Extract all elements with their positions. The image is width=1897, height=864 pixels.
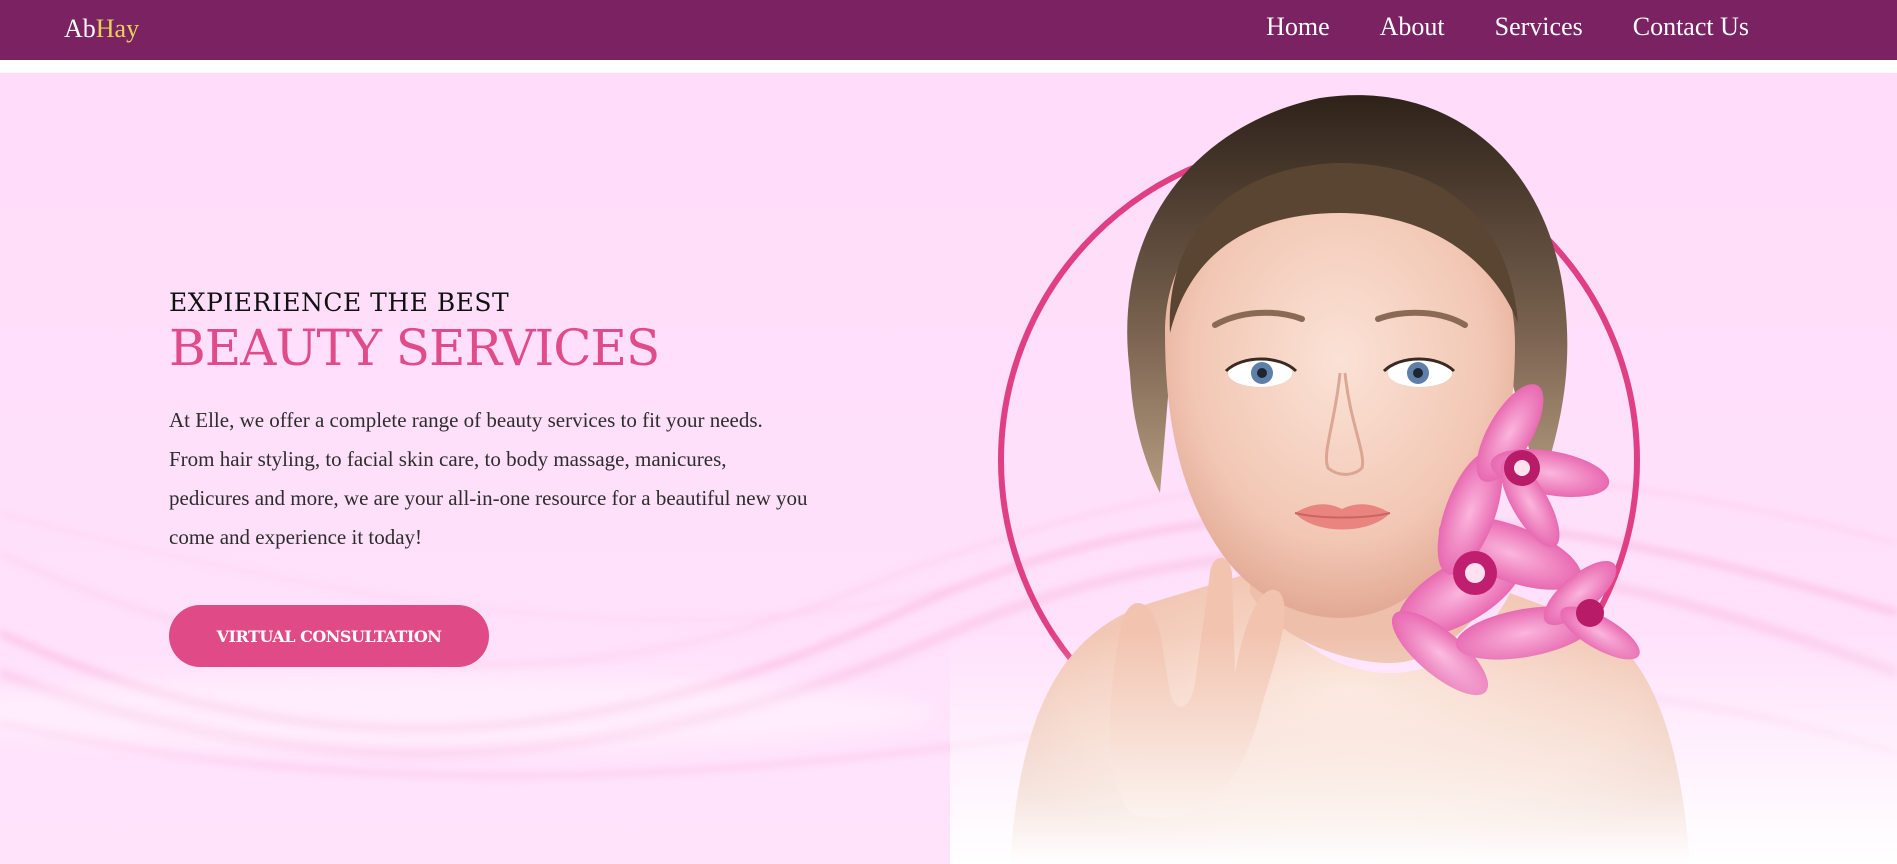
main-nav: Home About Services Contact Us — [1266, 12, 1749, 42]
hero-text-block: EXPIERIENCE THE BEST BEAUTY SERVICES At … — [169, 288, 819, 557]
navbar: AbHay Home About Services Contact Us — [0, 0, 1897, 60]
hero-description: At Elle, we offer a complete range of be… — [169, 408, 808, 549]
logo-text-accent: Hay — [95, 14, 140, 43]
hero-section: EXPIERIENCE THE BEST BEAUTY SERVICES At … — [0, 73, 1897, 864]
nav-link-services[interactable]: Services — [1495, 12, 1583, 42]
nav-link-contact-us[interactable]: Contact Us — [1633, 12, 1749, 42]
portrait-illustration — [950, 95, 1897, 864]
brand-logo[interactable]: AbHay — [64, 14, 139, 44]
hero-headline: BEAUTY SERVICES — [169, 319, 660, 377]
hero-eyebrow: EXPIERIENCE THE BEST — [169, 288, 510, 317]
nav-link-about[interactable]: About — [1380, 12, 1445, 42]
header-divider — [0, 60, 1897, 73]
nav-link-home[interactable]: Home — [1266, 12, 1330, 42]
virtual-consultation-button[interactable]: VIRTUAL CONSULTATION — [169, 605, 489, 667]
logo-text-primary: Ab — [64, 14, 96, 43]
